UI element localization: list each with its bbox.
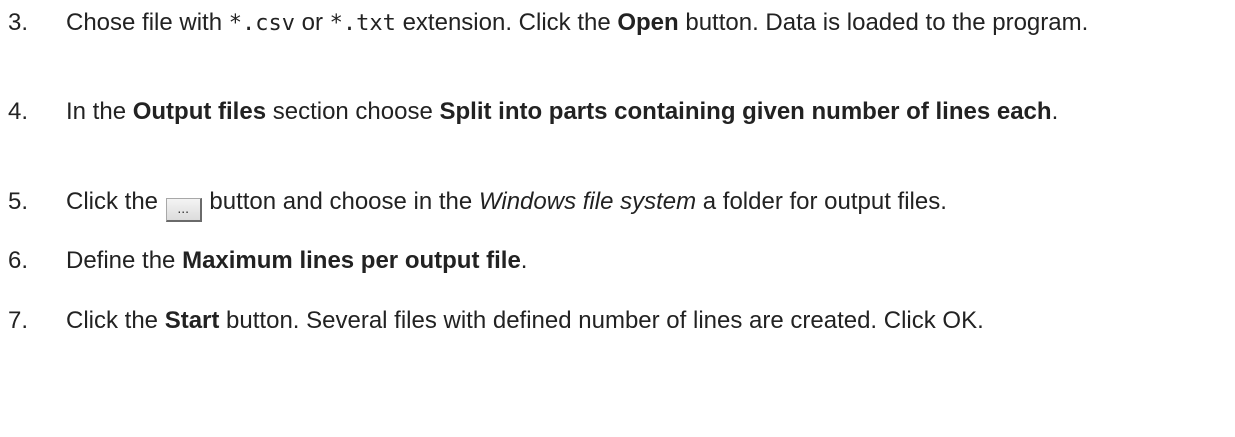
step-text: Define the Maximum lines per output file…	[66, 246, 1226, 276]
step-text: Click the ... button and choose in the W…	[66, 187, 1226, 222]
step-text-segment: Click the	[66, 307, 165, 334]
page: { "steps": [ { "number": "3.", "parts": …	[0, 0, 1235, 437]
file-extension-code: *.csv	[228, 11, 295, 36]
step-text: Chose file with *.csv or *.txt extension…	[66, 8, 1226, 39]
step-number: 7.	[8, 307, 29, 334]
output-files-reference: Output files	[132, 98, 267, 125]
start-button-reference: Start	[164, 307, 220, 334]
step-number: 5.	[8, 188, 29, 215]
step-text-segment: In the	[66, 98, 133, 125]
step-text-segment: Chose file with	[66, 9, 229, 36]
step-number: 6.	[8, 247, 29, 274]
step-text-segment: extension. Click the	[395, 9, 618, 36]
max-lines-reference: Maximum lines per output file	[182, 247, 521, 274]
open-button-reference: Open	[617, 9, 679, 36]
step-text-segment: button. Data is loaded to the program.	[678, 9, 1089, 36]
step-number: 4.	[8, 98, 29, 125]
step-text-segment: section choose	[266, 98, 440, 125]
step-number: 3.	[8, 9, 29, 36]
windows-file-system-reference: Windows file system	[478, 188, 697, 215]
browse-button: ...	[165, 198, 202, 222]
step-text-segment: a folder for output files.	[696, 188, 947, 215]
step-text: Click the Start button. Several files wi…	[66, 306, 1226, 336]
step-text-segment: button and choose in the	[202, 188, 479, 215]
step-text-segment: .	[1051, 98, 1059, 125]
step-text-segment: Define the	[66, 247, 183, 274]
step-text-segment: .	[520, 247, 528, 274]
file-extension-code: *.txt	[329, 11, 396, 36]
split-option-reference: Split into parts containing given number…	[439, 98, 1052, 125]
step-text-segment: or	[294, 9, 330, 36]
step-text-segment: Click the	[66, 188, 165, 215]
step-text-segment: button. Several files with defined numbe…	[219, 307, 984, 334]
step-text: In the Output files section choose Split…	[66, 97, 1226, 127]
